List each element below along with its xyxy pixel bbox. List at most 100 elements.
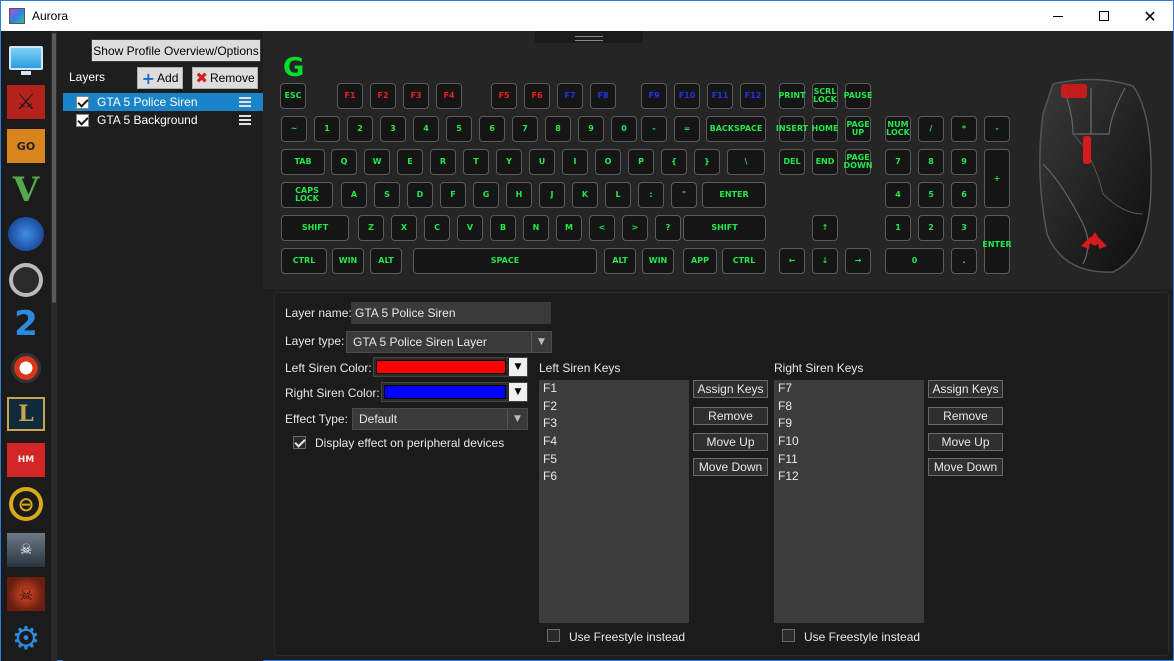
left-assign-keys-button[interactable]: Assign Keys (693, 380, 768, 398)
keyboard-key[interactable]: WIN (332, 248, 364, 274)
keyboard-key[interactable]: HOME (812, 116, 838, 142)
keyboard-key[interactable]: . (951, 248, 977, 274)
monitor-icon[interactable] (7, 41, 45, 75)
profile-overview-button[interactable]: Show Profile Overview/Options (91, 39, 261, 62)
list-item[interactable]: F7 (774, 380, 924, 398)
list-item[interactable]: F2 (539, 398, 689, 416)
keyboard-key[interactable]: 0 (885, 248, 944, 274)
keyboard-key[interactable]: H (506, 182, 532, 208)
keyboard-key[interactable]: PRINT (778, 83, 806, 109)
keyboard-key[interactable]: I (562, 149, 588, 175)
list-item[interactable]: F3 (539, 415, 689, 433)
keyboard-key[interactable]: TAB (281, 149, 325, 175)
keyboard-key[interactable]: F3 (403, 83, 429, 109)
keyboard-key[interactable]: ? (655, 215, 681, 241)
keyboard-key[interactable]: 9 (951, 149, 977, 175)
keyboard-key[interactable]: U (529, 149, 555, 175)
keyboard-key[interactable]: F11 (707, 83, 733, 109)
keyboard-key[interactable]: S (374, 182, 400, 208)
list-item[interactable]: F6 (539, 468, 689, 486)
keyboard-key[interactable]: + (984, 149, 1010, 208)
keyboard-key[interactable]: R (430, 149, 456, 175)
gear-icon[interactable]: ⚙ (7, 619, 45, 657)
keyboard-key[interactable]: = (674, 116, 700, 142)
keyboard-key[interactable]: 1 (885, 215, 911, 241)
keyboard-key[interactable]: F5 (491, 83, 517, 109)
keyboard-key[interactable]: Y (496, 149, 522, 175)
keyboard-key[interactable]: ~ (281, 116, 307, 142)
list-item[interactable]: F8 (774, 398, 924, 416)
keyboard-key[interactable]: F6 (524, 83, 550, 109)
layer-enabled-checkbox[interactable] (76, 95, 89, 109)
keyboard-key[interactable]: SPACE (413, 248, 597, 274)
keyboard-key[interactable]: Q (331, 149, 357, 175)
drag-handle-icon[interactable] (239, 97, 251, 107)
left-move-up-button[interactable]: Move Up (693, 433, 768, 451)
keyboard-key[interactable]: 3 (951, 215, 977, 241)
keyboard-key[interactable]: SHIFT (281, 215, 349, 241)
list-item[interactable]: F12 (774, 468, 924, 486)
right-freestyle-checkbox[interactable] (782, 629, 795, 642)
dishonored-icon[interactable]: ⊖ (9, 487, 43, 521)
list-item[interactable]: F1 (539, 380, 689, 398)
keyboard-key[interactable]: NUM LOCK (885, 116, 911, 142)
keyboard-key[interactable]: SCRL LOCK (812, 83, 838, 109)
keyboard-key[interactable]: PAGE DOWN (844, 149, 872, 175)
right-move-up-button[interactable]: Move Up (928, 433, 1003, 451)
division-icon[interactable] (7, 351, 45, 385)
keyboard-key[interactable]: INSERT (776, 116, 808, 142)
left-remove-button[interactable]: Remove (693, 407, 768, 425)
keyboard-key[interactable]: 1 (314, 116, 340, 142)
keyboard-key[interactable]: F1 (337, 83, 363, 109)
keyboard-key[interactable]: 0 (611, 116, 637, 142)
panel-resize-handle[interactable] (535, 31, 643, 43)
gta-icon[interactable]: V (7, 170, 45, 210)
keyboard-key[interactable]: D (407, 182, 433, 208)
payday-icon[interactable]: 2 (7, 304, 45, 344)
keyboard-key[interactable]: 5 (446, 116, 472, 142)
list-item[interactable]: F11 (774, 451, 924, 469)
hotline-icon[interactable]: HM (7, 443, 45, 477)
left-siren-keys-list[interactable]: F1 F2 F3 F4 F5 F6 (539, 380, 689, 623)
keyboard-key[interactable]: C (424, 215, 450, 241)
keyboard-key[interactable]: 3 (380, 116, 406, 142)
keyboard-key[interactable]: F4 (436, 83, 462, 109)
right-remove-button[interactable]: Remove (928, 407, 1003, 425)
keyboard-key[interactable]: N (523, 215, 549, 241)
layer-name-input[interactable]: GTA 5 Police Siren (351, 302, 551, 324)
keyboard-key[interactable]: CTRL (281, 248, 327, 274)
keyboard-key[interactable]: A (341, 182, 367, 208)
right-siren-color-picker[interactable]: ▼ (381, 382, 528, 402)
keyboard-key[interactable]: * (951, 116, 977, 142)
keyboard-key[interactable]: → (845, 248, 871, 274)
keyboard-key[interactable]: / (918, 116, 944, 142)
keyboard-key[interactable]: F12 (740, 83, 766, 109)
keyboard-key[interactable]: DEL (779, 149, 805, 175)
keyboard-key[interactable]: T (463, 149, 489, 175)
keyboard-key[interactable]: 8 (918, 149, 944, 175)
keyboard-key[interactable]: ENTER (702, 182, 766, 208)
close-button[interactable]: ✕ (1127, 1, 1173, 31)
left-siren-color-picker[interactable]: ▼ (373, 357, 528, 377)
layer-enabled-checkbox[interactable] (76, 113, 89, 127)
layer-type-select[interactable]: GTA 5 Police Siren Layer ▼ (346, 331, 552, 353)
keyboard-key[interactable]: P (628, 149, 654, 175)
keyboard-key[interactable]: ↑ (812, 215, 838, 241)
keyboard-key[interactable]: M (556, 215, 582, 241)
keyboard-key[interactable]: Z (358, 215, 384, 241)
keyboard-key[interactable]: \ (727, 149, 765, 175)
keyboard-key[interactable]: 6 (479, 116, 505, 142)
keyboard-key[interactable]: END (812, 149, 838, 175)
list-item[interactable]: F9 (774, 415, 924, 433)
keyboard-key[interactable]: F (440, 182, 466, 208)
heister-icon[interactable]: ☠ (7, 533, 45, 567)
keyboard-key[interactable]: 9 (578, 116, 604, 142)
keyboard-key[interactable]: 7 (512, 116, 538, 142)
keyboard-key[interactable]: SHIFT (683, 215, 766, 241)
drag-handle-icon[interactable] (239, 115, 251, 125)
keyboard-key[interactable]: - (641, 116, 667, 142)
keyboard-key[interactable]: E (397, 149, 423, 175)
keyboard-key[interactable]: 4 (885, 182, 911, 208)
keyboard-key[interactable]: 8 (545, 116, 571, 142)
keyboard-key[interactable]: W (364, 149, 390, 175)
